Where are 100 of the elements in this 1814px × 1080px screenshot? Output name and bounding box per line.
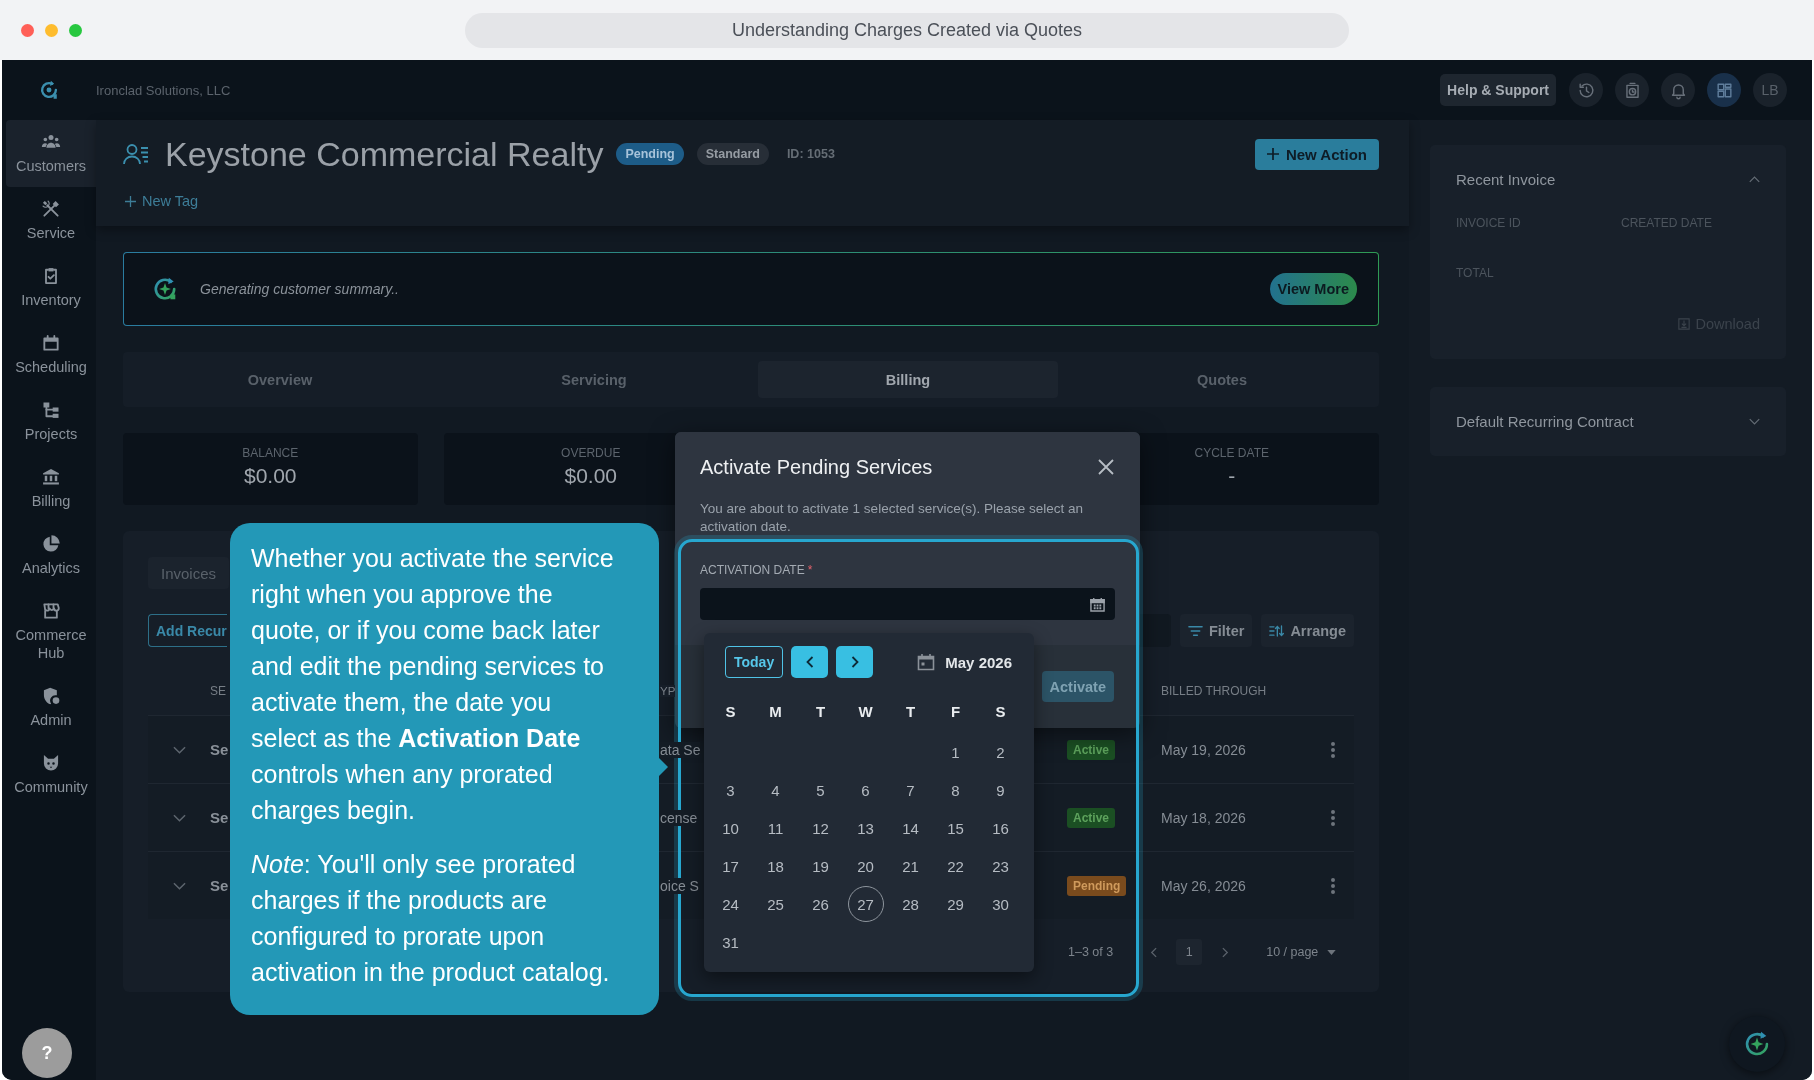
calendar-day[interactable]: 25 [757, 886, 794, 922]
new-action-button[interactable]: New Action [1254, 138, 1379, 170]
weekday-label: F [949, 702, 962, 720]
calendar-day[interactable]: 2 [982, 734, 1019, 770]
sidebar-item[interactable]: Admin [6, 674, 96, 741]
calendar-day[interactable]: 28 [892, 886, 929, 922]
table-cell: oice S [660, 877, 699, 894]
calendar-day[interactable]: 19 [802, 848, 839, 884]
filter-button[interactable]: Filter [1179, 614, 1253, 647]
table-cell: May 18, 2026 [1161, 809, 1246, 826]
calendar-day[interactable]: 7 [892, 772, 929, 808]
more-options-icon[interactable] [1330, 877, 1335, 894]
chevron-left-icon [805, 656, 814, 668]
page-button[interactable]: 1 [1176, 939, 1203, 965]
chevron-down-icon[interactable] [172, 813, 186, 822]
customer-name: Keystone Commercial Realty [165, 134, 604, 174]
calendar-day[interactable]: 6 [847, 772, 884, 808]
calendar-day[interactable]: 21 [892, 848, 929, 884]
calendar-day[interactable]: 11 [757, 810, 794, 846]
help-support-button[interactable]: Help & Support [1440, 74, 1556, 106]
sidebar-item[interactable]: Customers [6, 120, 96, 187]
calendar-day[interactable]: 12 [802, 810, 839, 846]
new-tag-link[interactable]: New Tag [125, 193, 199, 209]
calendar-day[interactable]: 22 [937, 848, 974, 884]
sparkle-refresh-icon [152, 276, 178, 302]
timer-button[interactable] [1615, 73, 1649, 107]
summary-text: Generating customer summary.. [200, 281, 399, 297]
more-options-icon[interactable] [1330, 741, 1335, 758]
card-title: Default Recurring Contract [1456, 411, 1634, 432]
calendar-day[interactable]: 4 [757, 772, 794, 808]
sidebar-item[interactable]: Analytics [6, 522, 96, 589]
calendar-day[interactable]: 3 [712, 772, 749, 808]
calendar-day[interactable]: 14 [892, 810, 929, 846]
page-range: 1–3 of 3 [1068, 945, 1114, 959]
chevron-right-icon[interactable] [1222, 946, 1230, 958]
table-cell: Se [210, 809, 229, 826]
filter-icon [1187, 624, 1203, 637]
view-more-button[interactable]: View More [1269, 273, 1357, 305]
calendar-day[interactable]: 8 [937, 772, 974, 808]
maximize-window-icon[interactable] [69, 23, 82, 37]
logo-icon[interactable] [38, 79, 60, 101]
calendar-day[interactable]: 18 [757, 848, 794, 884]
previous-month-button[interactable] [791, 646, 829, 678]
history-button[interactable] [1569, 73, 1603, 107]
calendar-day[interactable]: 10 [712, 810, 749, 846]
status-badge: Pending [616, 143, 684, 165]
chevron-left-icon[interactable] [1150, 946, 1158, 958]
calendar-day[interactable]: 1 [937, 734, 974, 770]
calendar-day[interactable]: 9 [982, 772, 1019, 808]
dialog-description: You are about to activate 1 selected service(s). Please select an activation date. [700, 500, 1084, 536]
customer-id: ID: 1053 [786, 147, 835, 161]
calendar-day[interactable]: 24 [712, 886, 749, 922]
sidebar-item[interactable]: Inventory [6, 254, 96, 321]
dashboard-icon [1714, 80, 1734, 100]
calendar-day[interactable]: 5 [802, 772, 839, 808]
calendar-day[interactable]: 29 [937, 886, 974, 922]
calendar-day[interactable]: 17 [712, 848, 749, 884]
sidebar-item[interactable]: Scheduling [6, 321, 96, 388]
today-button[interactable]: Today [725, 646, 784, 678]
calendar-day[interactable]: 31 [712, 924, 749, 960]
calendar-day[interactable]: 15 [937, 810, 974, 846]
sidebar-item[interactable]: Service [6, 187, 96, 254]
calendar-day[interactable]: 30 [982, 886, 1019, 922]
dashboard-button[interactable] [1707, 73, 1741, 107]
page-size-select[interactable]: 10 / page [1266, 945, 1337, 959]
more-options-icon[interactable] [1330, 809, 1335, 826]
arrange-button[interactable]: Arrange [1261, 614, 1354, 647]
calendar-icon[interactable] [1090, 596, 1105, 612]
calendar-day[interactable]: 16 [982, 810, 1019, 846]
dialog-title: Activate Pending Services [700, 455, 933, 479]
month-label: May 2026 [945, 653, 1012, 671]
sidebar-item[interactable]: Projects [6, 388, 96, 455]
next-month-button[interactable] [836, 646, 874, 678]
chevron-down-icon[interactable] [1749, 418, 1760, 425]
status-badge: Active [1067, 739, 1116, 760]
calendar-day[interactable]: 23 [982, 848, 1019, 884]
calendar-day[interactable]: 26 [802, 886, 839, 922]
chevron-down-icon[interactable] [172, 881, 186, 890]
chevron-up-icon[interactable] [1749, 176, 1760, 183]
chevron-down-icon[interactable] [172, 745, 186, 754]
sidebar-item[interactable]: Commerce Hub [6, 589, 96, 674]
tab[interactable]: Billing [758, 361, 1058, 398]
close-window-icon[interactable] [21, 23, 34, 37]
address-bar[interactable]: Understanding Charges Created via Quotes [465, 12, 1349, 48]
company-name: Ironclad Solutions, LLC [96, 82, 231, 98]
notification-button[interactable] [1661, 73, 1695, 107]
stat-value: $0.00 [564, 464, 618, 488]
column-header: YP [660, 685, 676, 697]
add-recurring-button[interactable]: Add Recur [148, 614, 227, 647]
sidebar-item[interactable]: Community [6, 741, 96, 808]
stat-label: BALANCE [242, 446, 299, 460]
callout-text: Whether you activate the service right when you approve the quote, or if you come back later and edit the pending services to activate them, the date you select as the Activation Date controls when any prorated charges begin. [251, 543, 615, 826]
table-cell: Se [210, 741, 229, 758]
stat-label: OVERDUE [561, 446, 621, 460]
close-icon[interactable] [1098, 459, 1114, 475]
stat-value: $0.00 [243, 464, 297, 488]
calendar-day[interactable]: 13 [847, 810, 884, 846]
sidebar-item[interactable]: Billing [6, 455, 96, 522]
calendar-day[interactable]: 20 [847, 848, 884, 884]
activation-date-field[interactable] [700, 588, 1115, 620]
